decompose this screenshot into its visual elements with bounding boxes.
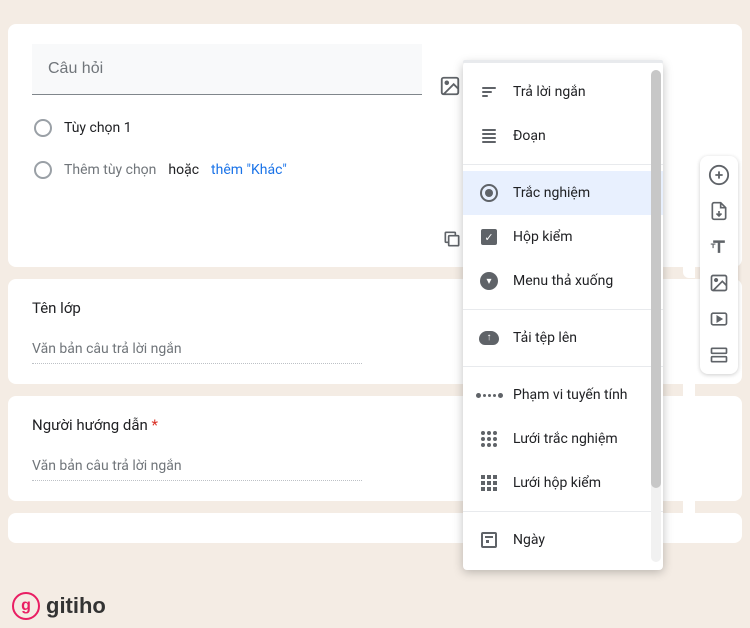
menu-label: Trả lời ngắn	[513, 84, 647, 100]
add-video-icon[interactable]	[708, 308, 730, 330]
short-answer-placeholder: Văn bản câu trả lời ngắn	[32, 341, 362, 364]
menu-file-upload[interactable]: Tải tệp lên	[463, 316, 663, 360]
scrollbar-thumb[interactable]	[651, 70, 661, 488]
or-text: hoặc	[168, 162, 199, 178]
menu-dropdown[interactable]: ▾ Menu thả xuống	[463, 259, 663, 303]
add-question-icon[interactable]	[708, 164, 730, 186]
paragraph-icon	[479, 126, 499, 146]
menu-checkbox-grid[interactable]: Lưới hộp kiểm	[463, 461, 663, 505]
dropdown-icon: ▾	[479, 271, 499, 291]
watermark: g gitiho	[12, 592, 106, 620]
add-option-text[interactable]: Thêm tùy chọn	[64, 162, 156, 178]
question-type-dropdown: Trả lời ngắn Đoạn Trắc nghiệm ✓ Hộp kiểm…	[463, 62, 663, 570]
menu-linear-scale[interactable]: Phạm vi tuyến tính	[463, 373, 663, 417]
watermark-text: gitiho	[46, 593, 106, 619]
divider	[463, 309, 663, 310]
checkbox-icon: ✓	[479, 227, 499, 247]
add-section-icon[interactable]	[708, 344, 730, 366]
menu-mc-grid[interactable]: Lưới trắc nghiệm	[463, 417, 663, 461]
instructor-label-text: Người hướng dẫn	[32, 416, 148, 434]
menu-label: Hộp kiểm	[513, 229, 647, 245]
upload-icon	[479, 328, 499, 348]
radio-icon	[34, 119, 52, 137]
divider	[463, 511, 663, 512]
duplicate-icon[interactable]	[440, 227, 464, 251]
menu-multiple-choice[interactable]: Trắc nghiệm	[463, 171, 663, 215]
add-title-icon[interactable]	[708, 236, 730, 258]
floating-toolbar	[700, 156, 738, 374]
menu-date[interactable]: Ngày	[463, 518, 663, 562]
scrollbar[interactable]	[651, 70, 661, 562]
required-star: *	[152, 416, 158, 434]
import-questions-icon[interactable]	[708, 200, 730, 222]
menu-label: Lưới trắc nghiệm	[513, 431, 647, 447]
menu-label: Lưới hộp kiểm	[513, 475, 647, 491]
radio-icon	[34, 161, 52, 179]
menu-label: Trắc nghiệm	[513, 185, 647, 201]
menu-short-answer[interactable]: Trả lời ngắn	[463, 70, 663, 114]
radio-icon	[479, 183, 499, 203]
divider	[463, 366, 663, 367]
menu-label: Phạm vi tuyến tính	[513, 387, 647, 403]
grid-dots-icon	[479, 429, 499, 449]
short-answer-icon	[479, 82, 499, 102]
question-input[interactable]	[32, 44, 422, 95]
add-other-link[interactable]: thêm "Khác"	[211, 162, 287, 178]
add-image-icon[interactable]	[438, 74, 462, 98]
calendar-icon	[479, 530, 499, 550]
option-label: Tùy chọn 1	[64, 120, 132, 136]
watermark-logo-icon: g	[12, 592, 40, 620]
menu-paragraph[interactable]: Đoạn	[463, 114, 663, 158]
add-image-icon[interactable]	[708, 272, 730, 294]
divider	[463, 164, 663, 165]
linear-scale-icon	[479, 385, 499, 405]
menu-checkboxes[interactable]: ✓ Hộp kiểm	[463, 215, 663, 259]
dropdown-accent	[463, 60, 663, 63]
menu-label: Tải tệp lên	[513, 330, 647, 346]
menu-label: Menu thả xuống	[513, 273, 647, 289]
grid-squares-icon	[479, 473, 499, 493]
short-answer-placeholder: Văn bản câu trả lời ngắn	[32, 458, 362, 481]
menu-label: Đoạn	[513, 128, 647, 144]
menu-label: Ngày	[513, 532, 647, 548]
